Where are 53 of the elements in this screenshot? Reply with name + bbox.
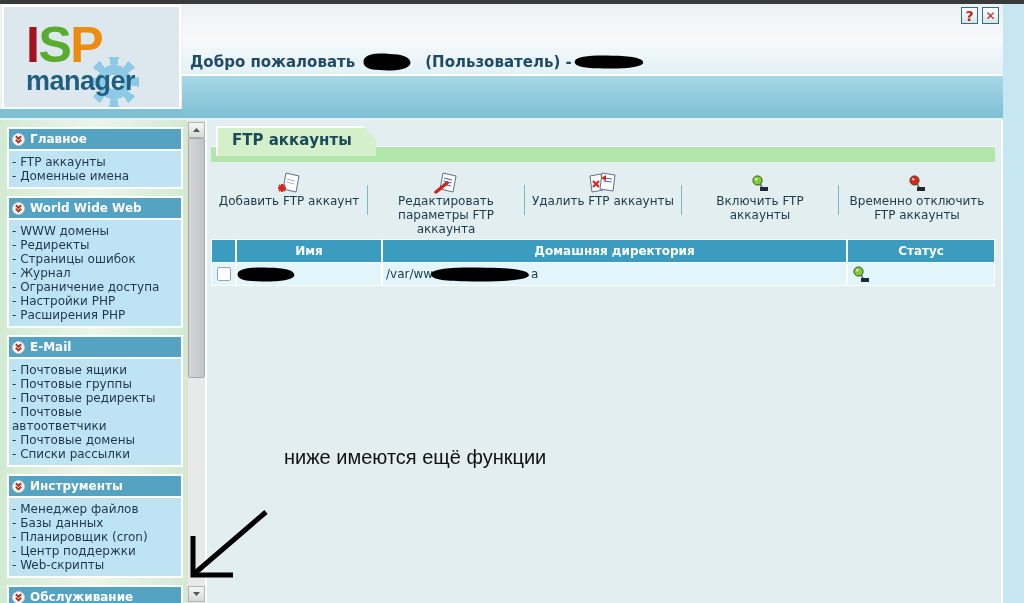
welcome-text: Добро пожаловать	[190, 51, 356, 73]
pushpin-icon	[752, 174, 768, 191]
double-chevron-icon	[12, 479, 25, 493]
nav-link[interactable]: - Настройки PHP	[12, 294, 178, 308]
annotation-text: ниже имеются ещё функции	[284, 446, 547, 469]
pushpin-icon	[909, 174, 925, 191]
toolbar-button[interactable]: Редактировать параметры FTP аккаунта	[368, 170, 524, 236]
scroll-down-button[interactable]	[188, 586, 205, 602]
redaction-mark	[237, 266, 295, 282]
documents-cross-icon	[589, 171, 617, 194]
tab[interactable]: FTP аккаунты	[216, 126, 376, 156]
document-asterisk-icon	[277, 171, 301, 194]
nav-link[interactable]: - Почтовые редиректы	[12, 391, 178, 405]
nav-link[interactable]: - Ограничение доступа	[12, 280, 178, 294]
triangle-down-icon	[193, 592, 200, 596]
toolbar-button[interactable]: Добавить FTP аккаунт	[211, 170, 367, 208]
nav-link[interactable]: - Расширения PHP	[12, 308, 178, 322]
nav-link[interactable]: - Списки рассылки	[12, 447, 178, 461]
toolbar-button[interactable]: Удалить FTP аккаунты	[525, 170, 681, 208]
nav-link[interactable]: - Web-скрипты	[12, 558, 178, 572]
redaction-mark	[573, 54, 644, 69]
scroll-up-button[interactable]	[188, 122, 205, 138]
scrollbar-thumb[interactable]	[188, 138, 205, 378]
redaction-mark	[363, 52, 412, 71]
toolbar-button[interactable]: Временно отключить FTP аккаунты	[839, 170, 995, 222]
triangle-up-icon	[193, 128, 200, 132]
nav-link[interactable]: - Журнал	[12, 266, 178, 280]
help-button[interactable]: ?	[961, 7, 978, 24]
double-chevron-icon	[12, 590, 25, 603]
nav-link[interactable]: - Почтовые группы	[12, 377, 178, 391]
path-text: a	[531, 266, 539, 283]
nav-link[interactable]: - Базы данных	[12, 516, 178, 530]
double-chevron-icon	[12, 340, 25, 354]
document-pencil-icon	[434, 171, 458, 194]
nav-link[interactable]: - Почтовые домены	[12, 433, 178, 447]
nav-link[interactable]: - Страницы ошибок	[12, 252, 178, 266]
close-button[interactable]: ✕	[982, 7, 999, 24]
nav-link[interactable]: - Редиректы	[12, 238, 178, 252]
user-role-text: (Пользователь) -	[425, 51, 572, 73]
column-header	[212, 240, 235, 262]
path-text: /var/ww	[386, 266, 434, 283]
double-chevron-icon	[12, 132, 25, 146]
nav-link[interactable]: - WWW домены	[12, 224, 178, 238]
nav-link[interactable]: - Доменные имена	[12, 169, 178, 183]
double-chevron-icon	[12, 201, 25, 215]
nav-link[interactable]: - Планировщик (cron)	[12, 530, 178, 544]
nav-link[interactable]: - FTP аккаунты	[12, 155, 178, 169]
nav-link[interactable]: - Центр поддержки	[12, 544, 178, 558]
toolbar-button[interactable]: Включить FTP аккаунты	[682, 170, 838, 222]
nav-link[interactable]: - Почтовые автоответчики	[12, 405, 178, 433]
scrollbar-track[interactable]	[188, 120, 205, 603]
nav-link[interactable]: - Почтовые ящики	[12, 363, 178, 377]
nav-link[interactable]: - Менеджер файлов	[12, 502, 178, 516]
